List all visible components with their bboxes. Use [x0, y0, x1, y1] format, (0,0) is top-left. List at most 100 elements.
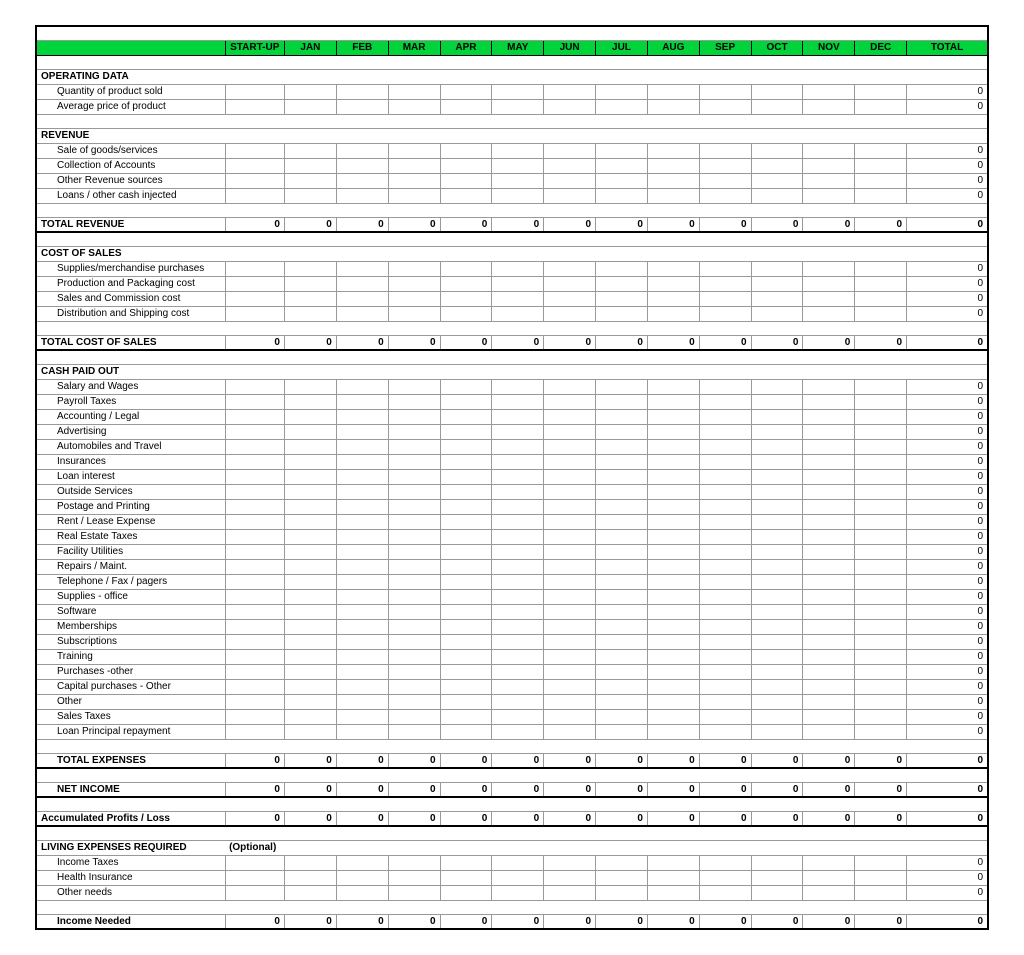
- total-cell[interactable]: 0: [907, 261, 988, 276]
- data-cell[interactable]: [225, 619, 284, 634]
- data-cell[interactable]: [336, 84, 388, 99]
- data-cell[interactable]: [492, 424, 544, 439]
- data-cell[interactable]: 0: [440, 914, 492, 929]
- data-cell[interactable]: [803, 634, 855, 649]
- data-cell[interactable]: [647, 276, 699, 291]
- data-cell[interactable]: [647, 870, 699, 885]
- data-cell[interactable]: [284, 649, 336, 664]
- data-cell[interactable]: [803, 84, 855, 99]
- data-cell[interactable]: [699, 84, 751, 99]
- data-cell[interactable]: [699, 291, 751, 306]
- data-cell[interactable]: [225, 709, 284, 724]
- data-cell[interactable]: [544, 664, 596, 679]
- data-cell[interactable]: 0: [855, 753, 907, 768]
- data-cell[interactable]: [647, 679, 699, 694]
- data-cell[interactable]: [284, 469, 336, 484]
- data-cell[interactable]: [225, 870, 284, 885]
- data-cell[interactable]: [596, 379, 648, 394]
- data-cell[interactable]: [803, 604, 855, 619]
- data-cell[interactable]: [225, 649, 284, 664]
- data-cell[interactable]: [647, 394, 699, 409]
- data-cell[interactable]: [440, 694, 492, 709]
- data-cell[interactable]: [544, 649, 596, 664]
- data-cell[interactable]: [596, 469, 648, 484]
- data-cell[interactable]: [647, 709, 699, 724]
- data-cell[interactable]: 0: [225, 782, 284, 797]
- data-cell[interactable]: [751, 589, 803, 604]
- data-cell[interactable]: [803, 649, 855, 664]
- data-cell[interactable]: [544, 424, 596, 439]
- data-cell[interactable]: [388, 99, 440, 114]
- data-cell[interactable]: [699, 143, 751, 158]
- data-cell[interactable]: [647, 379, 699, 394]
- data-cell[interactable]: [803, 439, 855, 454]
- data-cell[interactable]: [699, 469, 751, 484]
- data-cell[interactable]: [225, 664, 284, 679]
- data-cell[interactable]: [596, 424, 648, 439]
- data-cell[interactable]: [596, 544, 648, 559]
- data-cell[interactable]: [544, 143, 596, 158]
- data-cell[interactable]: [699, 158, 751, 173]
- data-cell[interactable]: [440, 173, 492, 188]
- data-cell[interactable]: [855, 499, 907, 514]
- row-label[interactable]: Accumulated Profits / Loss: [36, 811, 225, 826]
- data-cell[interactable]: 0: [596, 217, 648, 232]
- data-cell[interactable]: [225, 589, 284, 604]
- data-cell[interactable]: 0: [647, 335, 699, 350]
- data-cell[interactable]: [751, 394, 803, 409]
- data-cell[interactable]: [596, 634, 648, 649]
- data-cell[interactable]: [855, 855, 907, 870]
- data-cell[interactable]: [284, 379, 336, 394]
- data-cell[interactable]: [751, 439, 803, 454]
- data-cell[interactable]: [225, 143, 284, 158]
- row-label[interactable]: Subscriptions: [36, 634, 225, 649]
- data-cell[interactable]: 0: [284, 335, 336, 350]
- data-cell[interactable]: [225, 439, 284, 454]
- data-cell[interactable]: [596, 158, 648, 173]
- data-cell[interactable]: [699, 306, 751, 321]
- row-label[interactable]: Sales Taxes: [36, 709, 225, 724]
- data-cell[interactable]: [388, 469, 440, 484]
- data-cell[interactable]: [699, 664, 751, 679]
- data-cell[interactable]: [751, 619, 803, 634]
- data-cell[interactable]: [492, 499, 544, 514]
- data-cell[interactable]: [596, 454, 648, 469]
- row-label[interactable]: Payroll Taxes: [36, 394, 225, 409]
- data-cell[interactable]: [388, 649, 440, 664]
- data-cell[interactable]: [751, 870, 803, 885]
- data-cell[interactable]: [596, 173, 648, 188]
- total-cell[interactable]: 0: [907, 855, 988, 870]
- data-cell[interactable]: [596, 855, 648, 870]
- data-cell[interactable]: [699, 679, 751, 694]
- data-cell[interactable]: [751, 484, 803, 499]
- data-cell[interactable]: [751, 173, 803, 188]
- data-cell[interactable]: [803, 885, 855, 900]
- data-cell[interactable]: [336, 514, 388, 529]
- data-cell[interactable]: [440, 679, 492, 694]
- data-cell[interactable]: [544, 394, 596, 409]
- total-cell[interactable]: 0: [907, 84, 988, 99]
- data-cell[interactable]: 0: [225, 335, 284, 350]
- data-cell[interactable]: [284, 306, 336, 321]
- data-cell[interactable]: [803, 619, 855, 634]
- data-cell[interactable]: [596, 574, 648, 589]
- data-cell[interactable]: [647, 694, 699, 709]
- data-cell[interactable]: [388, 529, 440, 544]
- data-cell[interactable]: [803, 514, 855, 529]
- data-cell[interactable]: [492, 649, 544, 664]
- data-cell[interactable]: [855, 306, 907, 321]
- data-cell[interactable]: [751, 529, 803, 544]
- data-cell[interactable]: [336, 158, 388, 173]
- data-cell[interactable]: 0: [388, 217, 440, 232]
- data-cell[interactable]: [388, 306, 440, 321]
- data-cell[interactable]: 0: [225, 914, 284, 929]
- data-cell[interactable]: [803, 158, 855, 173]
- data-cell[interactable]: [544, 379, 596, 394]
- data-cell[interactable]: [699, 544, 751, 559]
- data-cell[interactable]: [284, 291, 336, 306]
- data-cell[interactable]: [284, 409, 336, 424]
- data-cell[interactable]: [492, 694, 544, 709]
- row-label[interactable]: Repairs / Maint.: [36, 559, 225, 574]
- total-cell[interactable]: 0: [907, 679, 988, 694]
- data-cell[interactable]: 0: [336, 335, 388, 350]
